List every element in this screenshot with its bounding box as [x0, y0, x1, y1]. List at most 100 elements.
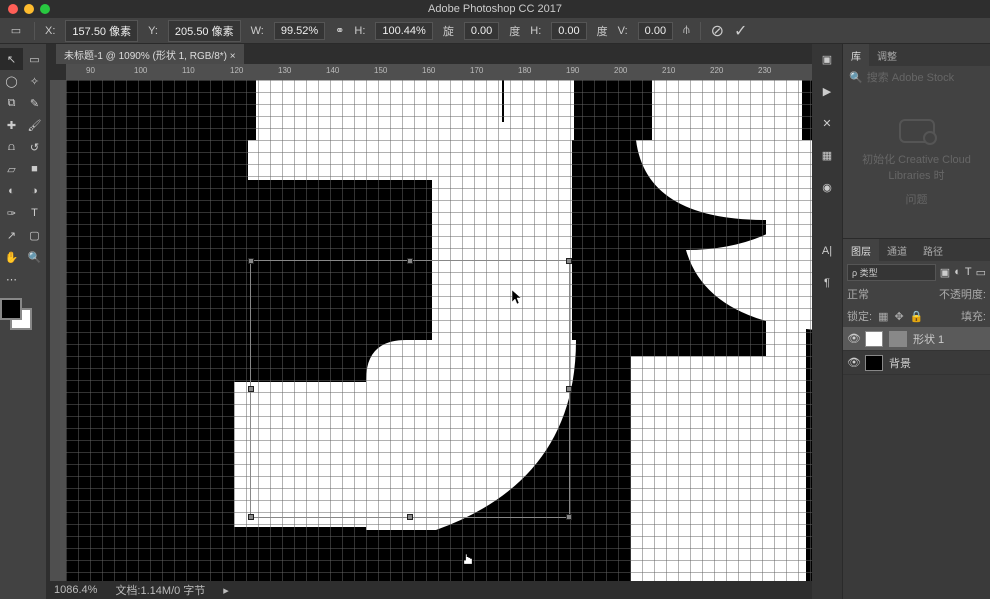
doc-info[interactable]: 文档:1.14M/0 字节: [115, 582, 205, 598]
opt-h-label: H:: [354, 25, 365, 37]
canvas-area: 未标题-1 @ 1090% (形状 1, RGB/8*) × 90 100 11…: [46, 44, 812, 599]
filter-type-icon[interactable]: T: [965, 266, 972, 278]
opt-rot-value[interactable]: 0.00: [464, 22, 499, 40]
cloud-error-icon: [899, 119, 935, 143]
clone-stamp-tool[interactable]: ⩍: [0, 136, 23, 158]
tab-layers[interactable]: 图层: [843, 239, 879, 261]
opt-y-label: Y:: [148, 25, 158, 37]
opt-x-label: X:: [45, 25, 55, 37]
layer-mask-thumb[interactable]: [889, 331, 907, 347]
interpolation-icon[interactable]: ⫛: [683, 24, 690, 37]
opacity-label: 不透明度:: [939, 286, 986, 302]
opt-x-value[interactable]: 157.50 像素: [65, 20, 138, 42]
opt-d1-value[interactable]: 0.00: [551, 22, 586, 40]
search-icon: 🔍: [849, 71, 863, 84]
lock-position-icon[interactable]: ✥: [894, 310, 903, 323]
lock-all-icon[interactable]: 🔒: [910, 310, 924, 323]
opt-h-value[interactable]: 100.44%: [375, 22, 432, 40]
opt-d2-label: 度: [597, 23, 608, 39]
eye-icon[interactable]: 👁: [847, 356, 859, 369]
commit-transform-icon[interactable]: ✓: [734, 21, 747, 41]
para-panel-icon[interactable]: ¶: [818, 274, 836, 292]
filter-image-icon[interactable]: ▣: [940, 266, 950, 279]
transform-box[interactable]: [250, 260, 570, 518]
lock-pixels-icon[interactable]: ▦: [878, 310, 888, 323]
marquee-tool[interactable]: ▭: [23, 48, 46, 70]
zoom-level[interactable]: 1086.4%: [54, 584, 97, 596]
spot-heal-tool[interactable]: ✚: [0, 114, 23, 136]
tab-adjustments[interactable]: 调整: [869, 44, 905, 66]
cancel-transform-icon[interactable]: ⊘: [711, 21, 724, 41]
titlebar: Adobe Photoshop CC 2017: [0, 0, 990, 18]
document-tab[interactable]: 未标题-1 @ 1090% (形状 1, RGB/8*) ×: [56, 44, 244, 64]
layer-thumb[interactable]: [865, 355, 883, 371]
opt-w-label: W:: [251, 25, 264, 37]
path-select-tool[interactable]: ↗: [0, 224, 23, 246]
shape-tool[interactable]: ▢: [23, 224, 46, 246]
type-tool[interactable]: T: [23, 202, 46, 224]
tab-library[interactable]: 库: [843, 44, 869, 66]
maximize-window[interactable]: [40, 4, 50, 14]
eraser-tool[interactable]: ▱: [0, 158, 23, 180]
color-swatches[interactable]: [0, 298, 34, 332]
transform-icon[interactable]: ▭: [8, 23, 24, 39]
history-icon[interactable]: ▣: [818, 50, 836, 68]
tab-channels[interactable]: 通道: [879, 239, 915, 261]
layer-list: 👁 形状 1 👁 背景: [843, 327, 990, 599]
foreground-swatch[interactable]: [0, 298, 22, 320]
crop-tool[interactable]: ⧉: [0, 92, 23, 114]
swatches-icon[interactable]: ▦: [818, 146, 836, 164]
link-icon[interactable]: ⚭: [335, 24, 344, 37]
layer-name[interactable]: 背景: [889, 355, 911, 371]
blend-mode[interactable]: 正常: [847, 286, 869, 302]
zoom-tool[interactable]: 🔍: [23, 246, 46, 268]
color-icon[interactable]: ◉: [818, 178, 836, 196]
ruler-horizontal[interactable]: 90 100 110 120 130 140 150 160 170 180 1…: [66, 64, 812, 80]
lock-label: 锁定:: [847, 308, 872, 324]
opt-w-value[interactable]: 99.52%: [274, 22, 325, 40]
status-bar: 1086.4% 文档:1.14M/0 字节 ▸: [46, 581, 812, 599]
layer-row[interactable]: 👁 形状 1: [843, 327, 990, 351]
more-tools[interactable]: ⋯: [0, 268, 23, 290]
char-panel-icon[interactable]: A|: [818, 242, 836, 260]
layer-name[interactable]: 形状 1: [913, 331, 944, 347]
app-title: Adobe Photoshop CC 2017: [428, 3, 562, 15]
collapsed-panels: ▣ ▶ ✕ ▦ ◉ A| ¶: [812, 44, 842, 599]
history-brush-tool[interactable]: ↺: [23, 136, 46, 158]
hand-tool[interactable]: ✋: [0, 246, 23, 268]
layer-thumb[interactable]: [865, 331, 883, 347]
layer-filter-kind[interactable]: ρ 类型: [847, 264, 936, 281]
canvas[interactable]: [66, 80, 812, 581]
opt-d2-value[interactable]: 0.00: [638, 22, 673, 40]
opt-rot-label: 旋: [443, 23, 454, 39]
blur-tool[interactable]: ◐: [0, 180, 23, 202]
properties-icon[interactable]: ✕: [818, 114, 836, 132]
dodge-tool[interactable]: ◑: [23, 180, 46, 202]
pen-tool[interactable]: ✑: [0, 202, 23, 224]
close-window[interactable]: [8, 4, 18, 14]
layer-row[interactable]: 👁 背景: [843, 351, 990, 375]
filter-adjust-icon[interactable]: ◐: [954, 266, 961, 278]
gradient-tool[interactable]: ■: [23, 158, 46, 180]
opt-y-value[interactable]: 205.50 像素: [168, 20, 241, 42]
toolbox: ↖▭ ◯✧ ⧉✎ ✚🖌 ⩍↺ ▱■ ◐◑ ✑T ↗▢ ✋🔍 ⋯: [0, 44, 46, 599]
filter-shape-icon[interactable]: ▭: [976, 266, 986, 279]
minimize-window[interactable]: [24, 4, 34, 14]
magic-wand-tool[interactable]: ✧: [23, 70, 46, 92]
play-icon[interactable]: ▶: [818, 82, 836, 100]
library-search[interactable]: 🔍 搜索 Adobe Stock: [843, 66, 990, 88]
eyedropper-tool[interactable]: ✎: [23, 92, 46, 114]
options-bar: ▭ X: 157.50 像素 Y: 205.50 像素 W: 99.52% ⚭ …: [0, 18, 990, 44]
ruler-vertical[interactable]: [50, 80, 66, 581]
lasso-tool[interactable]: ◯: [0, 70, 23, 92]
eye-icon[interactable]: 👁: [847, 332, 859, 345]
tab-paths[interactable]: 路径: [915, 239, 951, 261]
brush-tool[interactable]: 🖌: [23, 114, 46, 136]
move-tool[interactable]: ↖: [0, 48, 23, 70]
opt-d1-label: 度: [509, 23, 520, 39]
fill-label: 填充:: [961, 308, 986, 324]
panel-column: 库 调整 🔍 搜索 Adobe Stock 初始化 Creative Cloud…: [842, 44, 990, 599]
layers-panel: 图层 通道 路径 ρ 类型 ▣ ◐ T ▭ 正常 不透明度: 锁定: ▦: [843, 238, 990, 599]
info-arrow-icon[interactable]: ▸: [223, 584, 229, 597]
library-panel: 初始化 Creative Cloud Libraries 时 问题: [843, 88, 990, 238]
